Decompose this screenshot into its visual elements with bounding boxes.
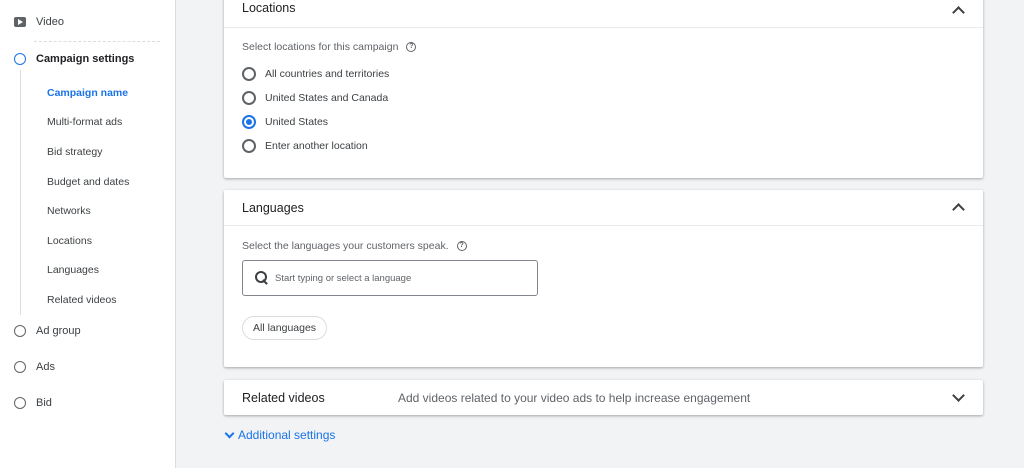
sidebar-item-label: Bid [36, 397, 52, 409]
languages-prompt: Select the languages your customers spea… [242, 240, 467, 252]
sidebar-item-campaign-settings[interactable]: Campaign settings [14, 53, 134, 65]
additional-settings-label: Additional settings [238, 428, 336, 442]
radio-all-countries[interactable]: All countries and territories [242, 67, 389, 81]
radio-us-and-canada[interactable]: United States and Canada [242, 91, 388, 105]
sidebar-item-bid[interactable]: Bid [14, 397, 52, 409]
help-icon[interactable]: ? [406, 42, 417, 52]
sidebar: Video Campaign settings Campaign name Mu… [0, 0, 176, 468]
related-videos-title: Related videos [242, 391, 325, 405]
step-circle-icon [14, 325, 26, 337]
chevron-up-icon[interactable] [952, 6, 965, 19]
all-languages-chip[interactable]: All languages [242, 316, 328, 340]
locations-prompt: Select locations for this campaign ? [242, 41, 417, 53]
radio-label: United States [265, 116, 329, 128]
step-circle-icon [14, 397, 26, 409]
substep-connector [20, 70, 21, 315]
languages-card: Languages Select the languages your cust… [224, 190, 983, 367]
languages-header[interactable]: Languages [224, 190, 983, 226]
radio-united-states[interactable]: United States [242, 115, 328, 129]
radio-another-location[interactable]: Enter another location [242, 139, 368, 153]
radio-button-icon[interactable] [242, 67, 256, 81]
substep-languages[interactable]: Languages [47, 264, 99, 276]
radio-label: United States and Canada [265, 92, 389, 104]
video-icon [14, 17, 26, 27]
help-icon[interactable]: ? [456, 241, 467, 251]
radio-button-icon[interactable] [242, 139, 256, 153]
substep-multi-format-ads[interactable]: Multi-format ads [47, 116, 122, 128]
locations-header[interactable]: Locations [224, 0, 983, 28]
sidebar-item-ad-group[interactable]: Ad group [14, 325, 81, 337]
additional-settings-link[interactable]: Additional settings [224, 428, 336, 442]
language-search-input[interactable] [275, 272, 515, 284]
chevron-up-icon[interactable] [952, 203, 965, 216]
substep-bid-strategy[interactable]: Bid strategy [47, 146, 102, 158]
substep-networks[interactable]: Networks [47, 205, 91, 217]
sidebar-item-ads[interactable]: Ads [14, 361, 55, 373]
radio-button-checked-icon[interactable] [242, 115, 256, 129]
locations-prompt-text: Select locations for this campaign [242, 41, 399, 53]
search-icon [255, 271, 269, 285]
languages-prompt-text: Select the languages your customers spea… [242, 240, 449, 252]
substep-campaign-name[interactable]: Campaign name [47, 87, 128, 99]
sidebar-item-label: Campaign settings [36, 53, 135, 65]
sidebar-item-label: Ads [36, 361, 55, 373]
step-circle-icon [14, 361, 26, 373]
language-search-box[interactable] [242, 260, 538, 296]
sidebar-item-video[interactable]: Video [14, 16, 64, 28]
radio-button-icon[interactable] [242, 91, 256, 105]
languages-title: Languages [242, 201, 304, 215]
sidebar-item-label: Video [36, 16, 64, 28]
related-videos-description: Add videos related to your video ads to … [398, 391, 751, 405]
related-videos-card[interactable]: Related videos Add videos related to you… [224, 380, 983, 415]
sidebar-item-label: Ad group [36, 325, 81, 337]
chevron-down-icon[interactable] [952, 389, 965, 402]
locations-card: Locations Select locations for this camp… [224, 0, 983, 178]
radio-label: Enter another location [265, 140, 368, 152]
substep-budget-and-dates[interactable]: Budget and dates [47, 176, 129, 188]
step-circle-icon [14, 53, 26, 65]
substep-related-videos[interactable]: Related videos [47, 294, 116, 306]
radio-label: All countries and territories [265, 68, 390, 80]
chevron-down-icon [224, 428, 235, 438]
substep-locations[interactable]: Locations [47, 235, 92, 247]
locations-title: Locations [242, 1, 296, 15]
sidebar-divider [34, 41, 160, 42]
